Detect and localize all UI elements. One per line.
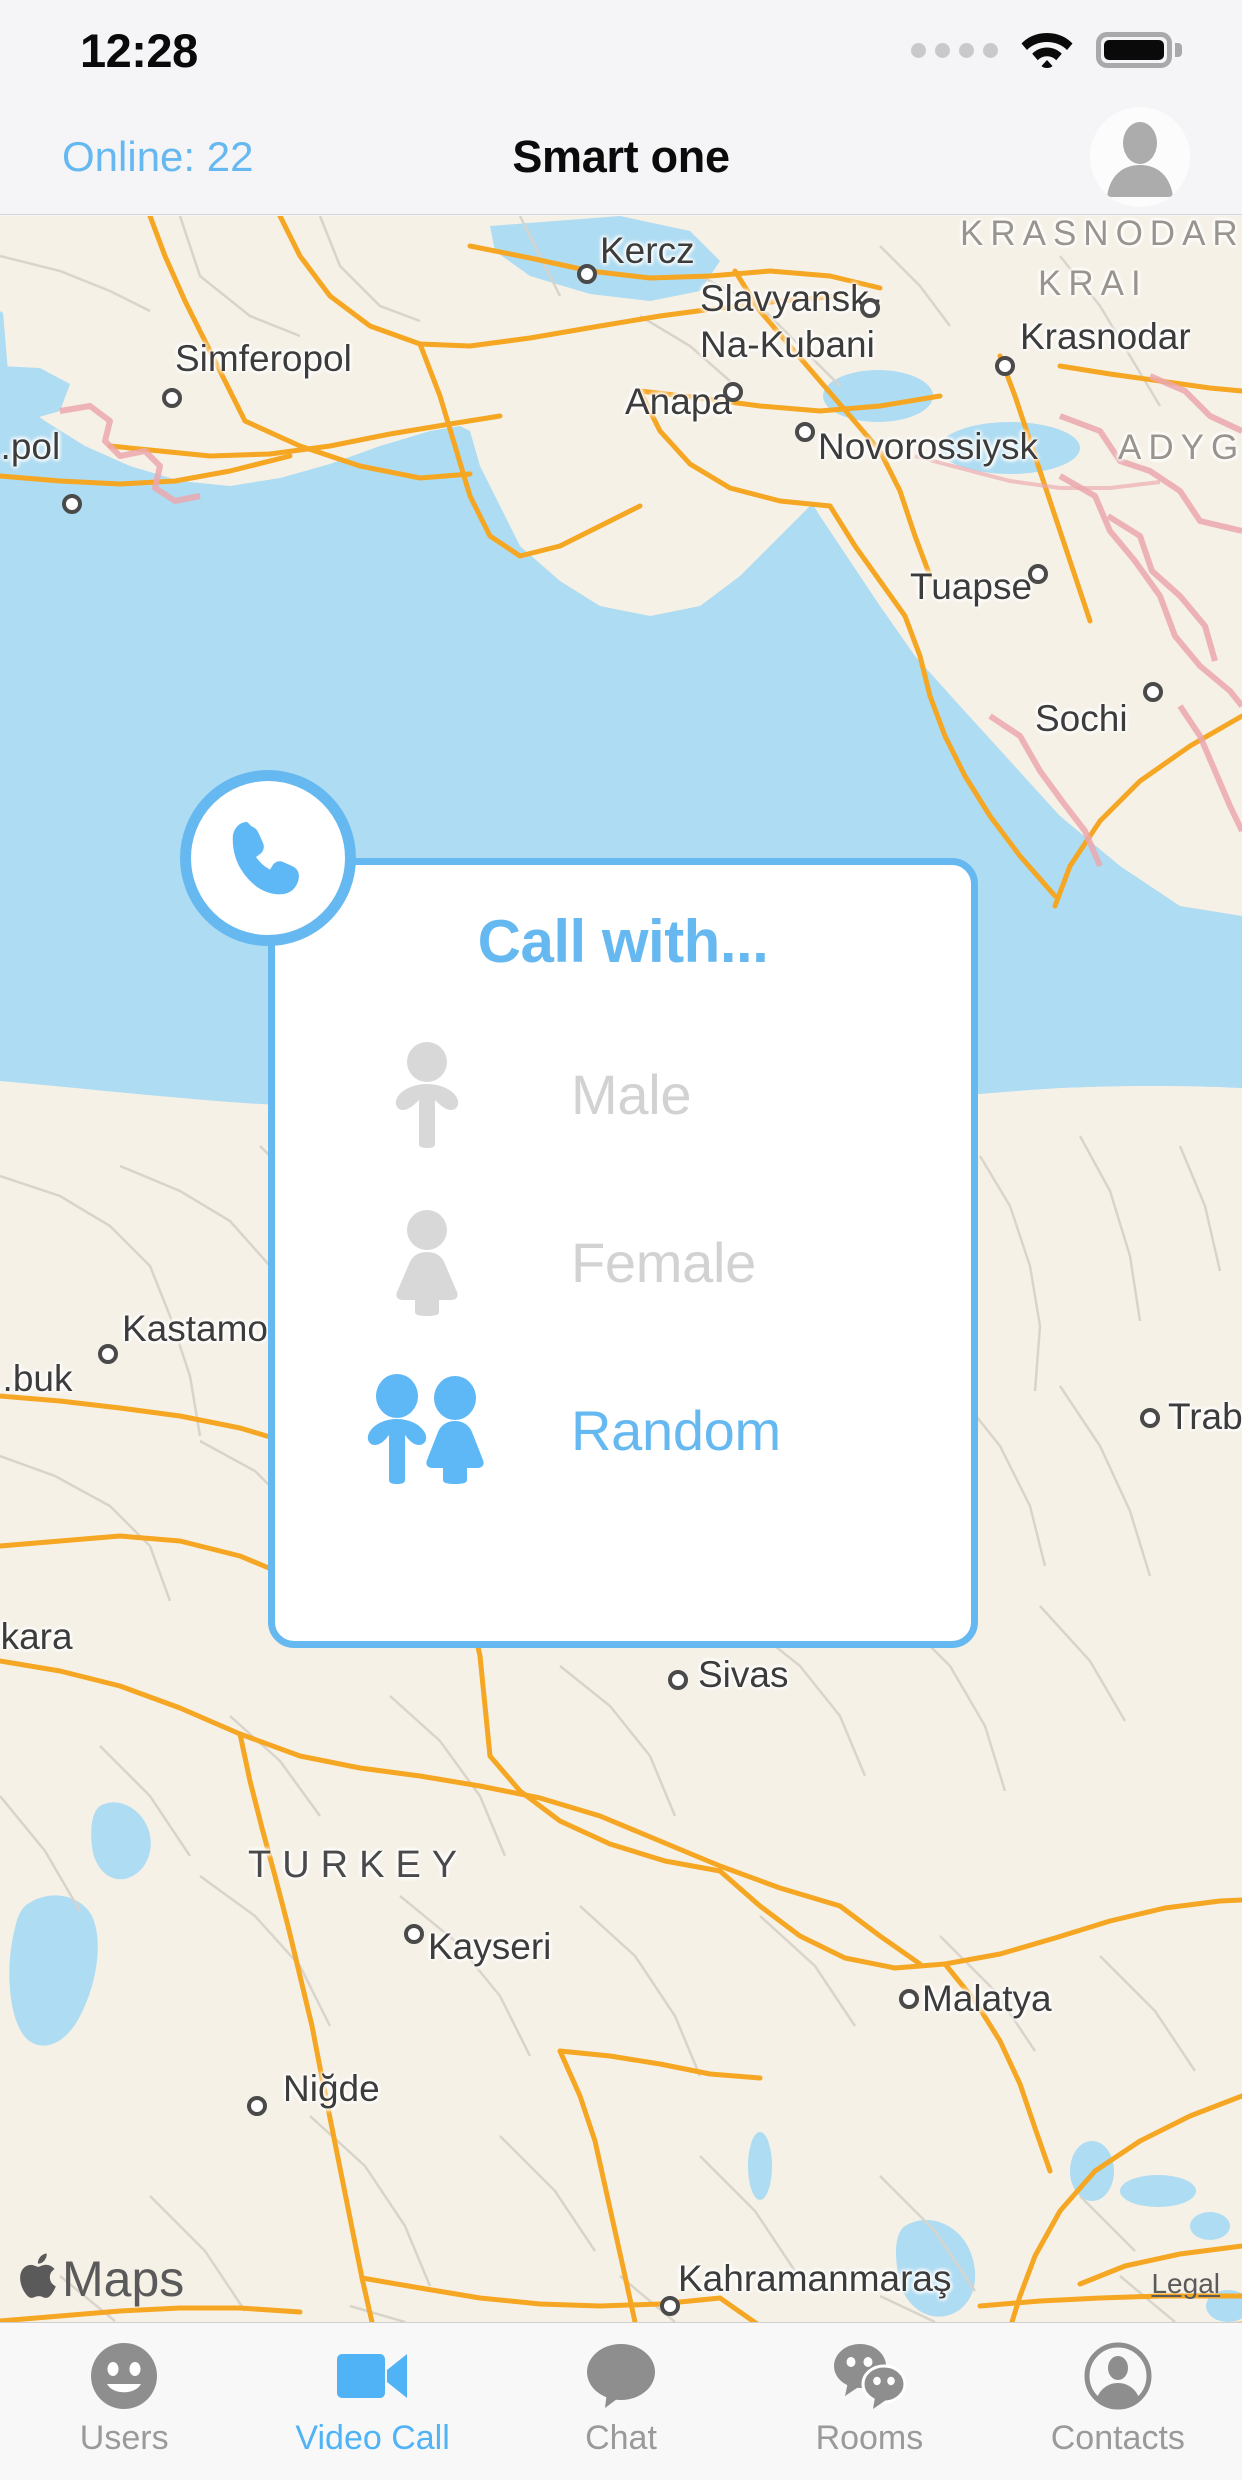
apple-logo-icon <box>18 2253 60 2305</box>
map-pin-kastamonu <box>98 1344 118 1364</box>
user-avatar-icon[interactable] <box>1090 107 1190 207</box>
map-pin-krasnodar <box>995 356 1015 376</box>
tab-rooms-label: Rooms <box>815 2419 924 2457</box>
maps-provider-label: Maps <box>62 2251 185 2307</box>
maps-attribution[interactable]: Maps <box>18 2250 184 2308</box>
map-pin-kercz <box>577 264 597 284</box>
map-legal-link[interactable]: Legal <box>1151 2268 1220 2300</box>
battery-full-icon <box>1096 32 1182 68</box>
map-pin-malatya <box>899 1989 919 2009</box>
phone-icon[interactable] <box>180 770 356 946</box>
call-option-female[interactable]: Female <box>275 1178 971 1346</box>
tab-users-label: Users <box>79 2419 169 2457</box>
tab-chat-label: Chat <box>585 2419 657 2457</box>
map-pin-tuapse <box>1028 564 1048 584</box>
map-pin-slavyansk <box>860 298 880 318</box>
chat-bubbles-icon <box>830 2341 908 2411</box>
bottom-tab-bar: Users Video Call Chat Rooms Contacts <box>0 2322 1242 2480</box>
map-pin-trabzon <box>1140 1408 1160 1428</box>
map-pin-sivas <box>668 1670 688 1690</box>
modal-title: Call with... <box>477 908 769 975</box>
contact-person-icon <box>1084 2341 1152 2411</box>
map-pin-kahramanmaras <box>660 2296 680 2316</box>
tab-video-call[interactable]: Video Call <box>248 2323 496 2458</box>
call-option-male[interactable]: Male <box>275 1010 971 1178</box>
tab-video-call-label: Video Call <box>295 2419 450 2457</box>
chat-bubble-icon <box>585 2341 657 2411</box>
map-pin-nigde <box>247 2096 267 2116</box>
map-pin-kayseri <box>404 1924 424 1944</box>
call-option-male-label: Male <box>571 1062 692 1126</box>
status-bar: 12:28 <box>0 0 1242 100</box>
map-pin-simferopol <box>162 388 182 408</box>
tab-users[interactable]: Users <box>0 2323 248 2458</box>
call-option-female-label: Female <box>571 1230 756 1294</box>
signal-dots-icon <box>911 42 998 58</box>
navigation-bar: Online: 22 Smart one <box>0 100 1242 215</box>
tab-chat[interactable]: Chat <box>497 2323 745 2458</box>
video-camera-icon <box>335 2341 411 2411</box>
status-time: 12:28 <box>80 23 198 77</box>
call-with-modal: Call with... Male Female Random <box>268 858 978 1648</box>
tab-contacts[interactable]: Contacts <box>994 2323 1242 2458</box>
call-option-random-label: Random <box>571 1398 781 1462</box>
map-pin-novorossiysk <box>795 422 815 442</box>
status-indicators <box>911 28 1182 73</box>
female-figure-icon <box>357 1208 497 1316</box>
call-option-random[interactable]: Random <box>275 1346 971 1514</box>
map-pin-sevastopol <box>62 494 82 514</box>
smiley-face-icon <box>90 2341 158 2411</box>
map-pin-sochi <box>1143 682 1163 702</box>
call-option-list: Male Female Random <box>275 1010 971 1514</box>
male-figure-icon <box>357 1040 497 1148</box>
tab-rooms[interactable]: Rooms <box>745 2323 993 2458</box>
map-pin-anapa <box>723 382 743 402</box>
online-count-label: Online: 22 <box>62 133 254 180</box>
wifi-icon <box>1020 28 1074 73</box>
tab-contacts-label: Contacts <box>1050 2419 1185 2457</box>
couple-figure-icon <box>357 1374 497 1486</box>
